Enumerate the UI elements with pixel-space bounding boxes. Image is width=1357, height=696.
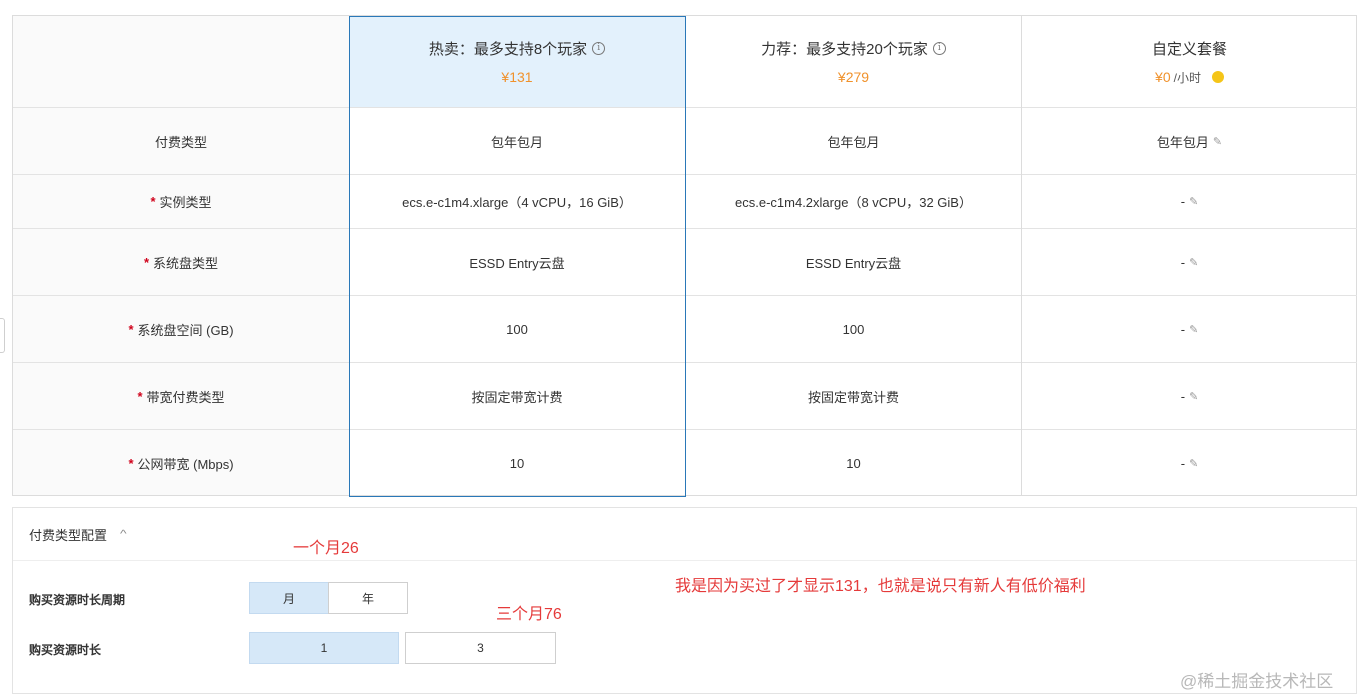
plan-price: ¥0 [1155,69,1171,85]
plan-price: ¥279 [837,69,870,85]
row-label-column: 付费类型 * 实例类型 * 系统盘类型 * 系统盘空间 (GB) * 带宽付费类型 * 公… [13,16,349,495]
plan-cell[interactable]: - ✎ [1022,295,1357,362]
chevron-up-icon[interactable]: ^ [120,529,127,540]
plan-cell[interactable]: - ✎ [1022,429,1357,496]
edit-icon[interactable]: ✎ [1189,195,1198,208]
plan-price: ¥131 [501,69,533,85]
row-label-billing-type: 付费类型 [13,107,349,174]
plan-column-recommended[interactable]: 力荐：最多支持20个玩家 i ¥279 包年包月 ecs.e-c1m4.2xlar… [685,16,1021,495]
config-title: 付费类型配置 [29,527,108,543]
plan-cell[interactable]: - ✎ [1022,228,1357,295]
duration-label: 购买资源时长 [29,643,102,657]
annotation-note: 我是因为买过了才显示131，也就是说只有新人有低价福利 [675,578,1086,595]
row-label-public-bandwidth: * 公网带宽 (Mbps) [13,429,349,496]
plan-cell: 100 [686,295,1021,362]
period-option-year[interactable]: 年 [328,582,408,614]
plan-cell: 10 [686,429,1021,496]
edit-icon[interactable]: ✎ [1189,323,1198,336]
empty-header-cell [13,16,349,107]
plan-cell[interactable]: - ✎ [1022,174,1357,228]
watermark: @稀土掘金技术社区 [1180,672,1334,691]
period-option-month[interactable]: 月 [249,582,329,614]
period-label: 购买资源时长周期 [29,593,126,607]
row-label-system-disk-type: * 系统盘类型 [13,228,349,295]
plan-cell: 包年包月 [686,107,1021,174]
plan-cell[interactable]: 包年包月 ✎ [1022,107,1357,174]
row-label-bandwidth-billing: * 带宽付费类型 [13,362,349,429]
plan-cell: 按固定带宽计费 [349,362,685,429]
plan-cell[interactable]: - ✎ [1022,362,1357,429]
required-mark: * [150,194,156,209]
price-unit: /小时 [1173,70,1201,85]
plan-cell: 100 [349,295,685,362]
annotation-one-month: 一个月26 [293,540,359,557]
required-mark: * [128,455,134,471]
plan-header-hot[interactable]: 热卖：最多支持8个玩家 i ¥131 [349,16,685,107]
edit-icon[interactable]: ✎ [1189,390,1198,403]
billing-config-panel: 付费类型配置 ^ 购买资源时长周期 月 年 购买资源时长 1 3 [12,507,1357,694]
required-mark: * [137,388,143,404]
plan-cell: 按固定带宽计费 [686,362,1021,429]
plan-column-custom[interactable]: 自定义套餐 ¥0/小时 包年包月 ✎ - ✎ - ✎ - ✎ - ✎ - ✎ [1021,16,1357,495]
warning-dot-icon [1211,71,1224,83]
plan-comparison-table: 付费类型 * 实例类型 * 系统盘类型 * 系统盘空间 (GB) * 带宽付费类型 * 公… [12,15,1357,497]
edit-icon[interactable]: ✎ [1213,135,1222,148]
plan-header-custom[interactable]: 自定义套餐 ¥0/小时 [1022,16,1357,107]
info-icon[interactable]: i [592,42,606,55]
plan-cell: 包年包月 [349,107,685,174]
plan-column-hot[interactable]: 热卖：最多支持8个玩家 i ¥131 包年包月 ecs.e-c1m4.xlarge… [349,16,685,495]
duration-option-1[interactable]: 1 [249,632,399,664]
plan-title: 自定义套餐 [1151,40,1227,58]
plan-cell: ESSD Entry云盘 [686,228,1021,295]
plan-cell: ecs.e-c1m4.2xlarge（8 vCPU，32 GiB） [686,174,1021,228]
required-mark: * [128,321,134,337]
plan-header-recommended[interactable]: 力荐：最多支持20个玩家 i ¥279 [686,16,1021,107]
edit-icon[interactable]: ✎ [1189,457,1198,470]
annotation-three-months: 三个月76 [496,606,562,623]
row-label-instance-type: * 实例类型 [13,174,349,228]
plan-cell: ecs.e-c1m4.xlarge（4 vCPU，16 GiB） [349,174,685,228]
plan-cell: 10 [349,429,685,496]
plan-cell: ESSD Entry云盘 [349,228,685,295]
required-mark: * [143,254,150,270]
info-icon[interactable]: i [932,42,946,55]
duration-option-3[interactable]: 3 [405,632,556,664]
row-label-system-disk-size: * 系统盘空间 (GB) [13,295,349,362]
plan-title: 热卖：最多支持8个玩家 [428,41,588,58]
edit-icon[interactable]: ✎ [1189,256,1198,269]
side-drawer-handle[interactable] [0,318,5,353]
config-header[interactable]: 付费类型配置 ^ [13,508,1356,561]
plan-title: 力荐：最多支持20个玩家 [761,41,928,58]
